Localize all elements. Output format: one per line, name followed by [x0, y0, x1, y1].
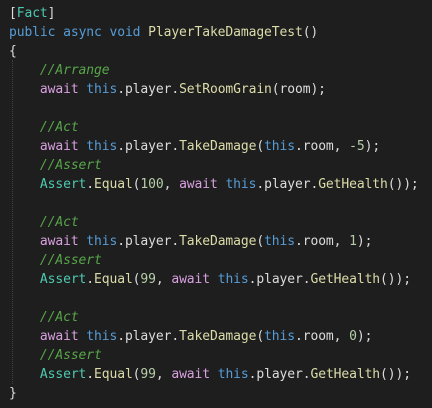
public-keyword: public: [9, 25, 56, 40]
code-line-close-brace: }: [9, 386, 17, 401]
damage-value-1: -5: [349, 139, 365, 154]
method-name: PlayerTakeDamageTest: [148, 25, 303, 40]
code-line-signature: public async void PlayerTakeDamageTest(): [9, 25, 319, 40]
comment-assert-2: //Assert: [39, 253, 102, 268]
expected-value-2: 99: [140, 272, 156, 287]
code-line-attribute: [Fact]: [9, 6, 56, 21]
code-line-assert-1: Assert.Equal(100, await this.player.GetH…: [39, 177, 419, 192]
damage-value-3: 0: [349, 329, 357, 344]
comment-act-2: //Act: [39, 215, 79, 230]
damage-value-2: 1: [349, 234, 357, 249]
void-keyword: void: [109, 25, 141, 40]
code-editor[interactable]: [Fact] public async void PlayerTakeDamag…: [0, 0, 432, 408]
comment-act-1: //Act: [39, 120, 79, 135]
code-line-open-brace: {: [9, 44, 17, 59]
async-keyword: async: [63, 25, 102, 40]
code-line-assert-2: Assert.Equal(99, await this.player.GetHe…: [39, 272, 411, 287]
attribute-name: Fact: [16, 6, 48, 21]
comment-assert-3: //Assert: [39, 348, 102, 363]
expected-value-3: 99: [140, 367, 156, 382]
code-line-take-damage-3: await this.player.TakeDamage(this.room, …: [39, 329, 373, 344]
comment-arrange: //Arrange: [39, 63, 110, 78]
code-line-assert-3: Assert.Equal(99, await this.player.GetHe…: [39, 367, 411, 382]
comment-assert-1: //Assert: [39, 158, 102, 173]
code-line-set-room-grain: await this.player.SetRoomGrain(room);: [39, 82, 326, 97]
comment-act-3: //Act: [39, 310, 79, 325]
expected-value-1: 100: [140, 177, 164, 192]
code-line-take-damage-2: await this.player.TakeDamage(this.room, …: [39, 234, 373, 249]
code-line-take-damage-1: await this.player.TakeDamage(this.room, …: [39, 139, 381, 154]
